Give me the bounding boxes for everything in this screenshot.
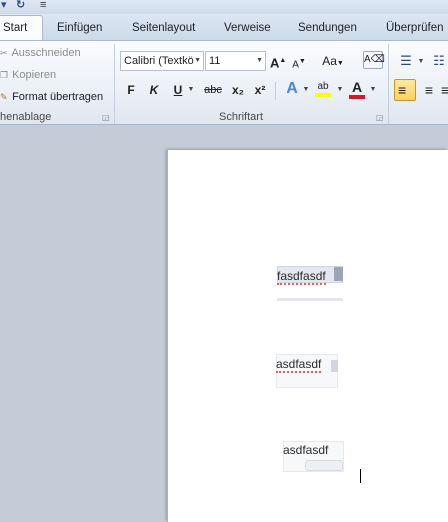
scissors-icon: ✂ (0, 48, 8, 58)
tab-sendungen[interactable]: Sendungen (298, 21, 357, 35)
align-right-icon[interactable]: ≡ (441, 81, 448, 99)
ribbon-tab-bar: Start Einfügen Seitenlayout Verweise Sen… (0, 14, 448, 41)
align-left-button[interactable]: ≡ (394, 79, 416, 101)
text-box-3[interactable]: asdfasdf (283, 443, 328, 457)
clipboard-group-label: henablage (0, 111, 52, 123)
highlight-button[interactable]: ab (314, 78, 332, 97)
highlight-color-swatch (315, 93, 331, 97)
underline-button[interactable]: U (171, 81, 185, 99)
bold-button[interactable]: F (124, 81, 138, 99)
clipboard-dialog-launcher-icon[interactable]: ◲ (102, 113, 110, 122)
shrink-font-button[interactable]: A▼ (291, 53, 307, 71)
clear-formatting-button[interactable]: A⌫ (363, 51, 385, 69)
text-effects-button[interactable]: A (283, 80, 301, 98)
italic-button[interactable]: K (147, 81, 161, 99)
font-color-dropdown-icon[interactable]: ▼ (369, 81, 377, 99)
customize-toolbar-icon[interactable]: ≡ (40, 0, 46, 11)
redo-icon[interactable]: ↻ (16, 0, 25, 11)
tab-start[interactable]: Start (0, 15, 43, 41)
font-group-label: Schriftart (219, 111, 264, 123)
quick-access-toolbar: ▾ ↻ ≡ (0, 0, 448, 14)
grow-font-button[interactable]: A▲ (270, 52, 286, 70)
subscript-button[interactable]: x₂ (229, 81, 247, 99)
text-box-handle[interactable] (331, 360, 338, 372)
font-color-button[interactable]: A (349, 78, 365, 99)
numbered-list-icon[interactable]: ☷ (431, 52, 447, 70)
superscript-button[interactable]: x² (251, 81, 269, 99)
text-cursor (360, 469, 361, 483)
font-dialog-launcher-icon[interactable]: ◲ (376, 113, 384, 122)
text-box-2[interactable]: asdfasdf (276, 357, 322, 373)
group-separator (114, 44, 115, 124)
save-icon[interactable]: ▾ (1, 0, 7, 11)
tab-seitenlayout[interactable]: Seitenlayout (132, 21, 195, 35)
strikethrough-button[interactable]: abc (202, 81, 224, 99)
brush-icon: ✎ (0, 92, 8, 102)
change-case-button[interactable]: Aa▼ (322, 52, 344, 70)
cut-button[interactable]: ✂ Ausschneiden (0, 47, 81, 60)
tab-ueberpruefen[interactable]: Überprüfen (386, 21, 444, 35)
text-box-1[interactable]: fasdfasdf (277, 269, 326, 285)
bullet-list-icon[interactable]: ☰ (398, 52, 414, 70)
text-box-frame-edge (305, 460, 343, 471)
highlight-dropdown-icon[interactable]: ▼ (336, 81, 344, 99)
chevron-down-icon: ▼ (194, 57, 201, 64)
bullets-dropdown-icon[interactable]: ▼ (417, 53, 425, 71)
button-separator (275, 82, 276, 100)
tab-verweise[interactable]: Verweise (224, 21, 271, 35)
chevron-down-icon: ▼ (256, 57, 263, 64)
tab-einfuegen[interactable]: Einfügen (57, 21, 102, 35)
group-separator (388, 44, 389, 124)
font-color-swatch (349, 95, 365, 99)
text-box-frame-edge (277, 298, 343, 301)
align-center-icon[interactable]: ≡ (421, 81, 437, 99)
format-painter-button[interactable]: ✎ Format übertragen (0, 91, 103, 104)
align-left-icon: ≡ (398, 82, 407, 98)
font-name-combo[interactable]: Calibri (Textkö ▼ (120, 51, 204, 71)
text-effects-dropdown-icon[interactable]: ▼ (302, 81, 310, 99)
font-size-combo[interactable]: 11 ▼ (205, 51, 266, 71)
copy-icon: ❐ (0, 70, 9, 80)
text-box-handle[interactable] (334, 267, 343, 281)
copy-button[interactable]: ❐ Kopieren (0, 69, 56, 82)
underline-dropdown-icon[interactable]: ▼ (187, 81, 195, 99)
